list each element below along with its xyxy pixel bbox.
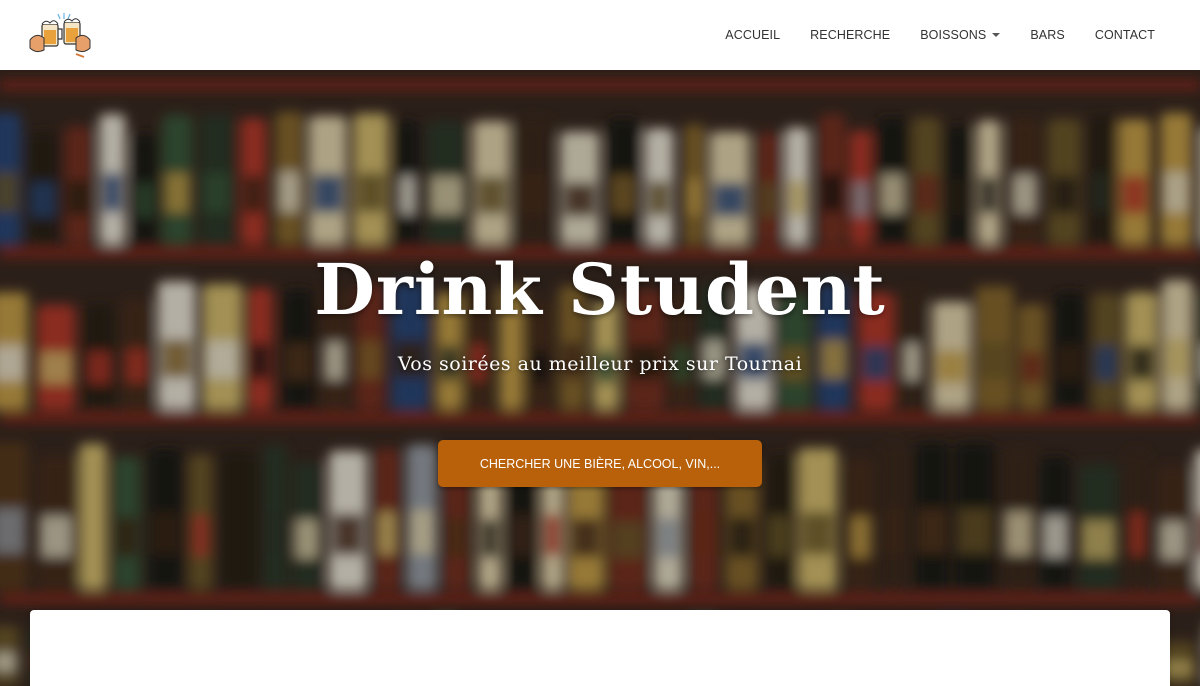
hero-overlay <box>0 70 1200 686</box>
navbar: ACCUEIL RECHERCHE BOISSONS BARS CONTACT <box>0 0 1200 70</box>
nav-item-label: BARS <box>1030 28 1065 42</box>
nav-item-recherche[interactable]: RECHERCHE <box>795 28 905 42</box>
nav-item-label: BOISSONS <box>920 28 987 42</box>
caret-down-icon <box>992 33 1001 37</box>
nav-item-label: CONTACT <box>1094 28 1155 42</box>
main-nav: ACCUEIL RECHERCHE BOISSONS BARS CONTACT <box>710 0 1170 70</box>
nav-item-bars[interactable]: BARS <box>1015 28 1079 42</box>
nav-item-accueil[interactable]: ACCUEIL <box>710 28 795 42</box>
content-card <box>30 610 1170 686</box>
nav-item-contact[interactable]: CONTACT <box>1080 28 1170 42</box>
search-drink-button[interactable]: CHERCHER UNE BIÈRE, ALCOOL, VIN,... <box>438 440 762 487</box>
two-beer-mugs-toast-logo[interactable] <box>28 10 92 60</box>
nav-item-label: RECHERCHE <box>810 28 891 42</box>
hero-section: Drink Student Vos soirées au meilleur pr… <box>0 70 1200 686</box>
hero-title: Drink Student <box>314 248 886 331</box>
nav-item-boissons[interactable]: BOISSONS <box>905 28 1015 42</box>
hero-subtitle: Vos soirées au meilleur prix sur Tournai <box>397 353 803 375</box>
nav-item-label: ACCUEIL <box>725 28 781 42</box>
